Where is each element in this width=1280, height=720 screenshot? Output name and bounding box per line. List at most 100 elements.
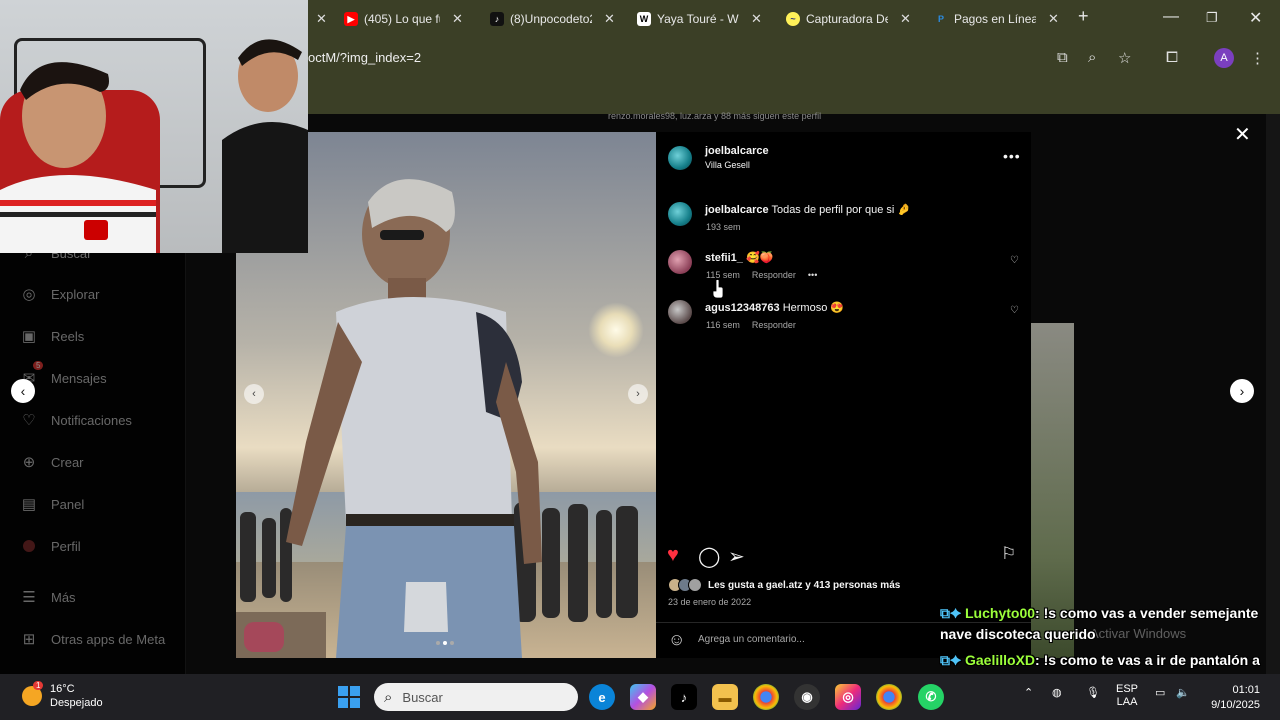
chrome-icon[interactable] (753, 684, 779, 710)
author-avatar[interactable] (668, 146, 692, 170)
comment-avatar[interactable] (668, 250, 692, 274)
chrome-profile-icon[interactable] (876, 684, 902, 710)
comment-options-icon[interactable]: ••• (808, 270, 817, 280)
tab-wikipedia[interactable]: W Yaya Touré - Wil ✕ (637, 6, 763, 32)
copilot-icon[interactable]: ◆ (630, 684, 656, 710)
comment: stefii1_ 🥰🍑 (705, 251, 773, 264)
taskbar-search-placeholder: Buscar (402, 689, 443, 705)
file-explorer-icon[interactable]: ▬ (712, 684, 738, 710)
tab-mercadolibre[interactable]: ~ Capturadora De ✕ (786, 6, 912, 32)
add-comment-input[interactable]: Agrega un comentario... (698, 634, 805, 645)
clock-time: 01:01 (1232, 684, 1260, 696)
comment: agus12348763 Hermoso 😍 (705, 301, 844, 314)
taskbar-clock[interactable]: 01:01 9/10/2025 (1204, 683, 1260, 713)
reply-button[interactable]: Responder (752, 320, 796, 330)
tiktok-icon[interactable]: ♪ (671, 684, 697, 710)
comment-username[interactable]: agus12348763 (705, 302, 780, 314)
comment-username[interactable]: stefii1_ (705, 252, 743, 264)
weather-sun-icon: 1 (22, 681, 44, 706)
tab-label: (8)Unpocodeto2 (510, 12, 592, 26)
tab-tiktok[interactable]: ♪ (8)Unpocodeto2 ✕ (490, 6, 616, 32)
next-post-button[interactable]: › (1230, 379, 1254, 403)
comment-text: 🥰🍑 (745, 252, 774, 264)
url-text[interactable]: octM/?img_index=2 (308, 50, 421, 65)
caption-text: Todas de perfil por que si 🤌 (771, 204, 912, 216)
chat-username: Luchyto00 (965, 605, 1036, 621)
chat-message: ⧉✦ Luchyto00: !s como vas a vender semej… (940, 603, 1270, 645)
streamer (0, 62, 156, 253)
edge-icon[interactable]: e (589, 684, 615, 710)
close-icon[interactable]: ✕ (604, 11, 615, 27)
tab-close-partial[interactable]: ✕ (310, 6, 330, 32)
window-close-icon[interactable]: ✕ (1249, 8, 1262, 28)
obs-icon[interactable]: ◉ (794, 684, 820, 710)
network-icon[interactable]: ▭ (1155, 686, 1165, 699)
bookmark-star-icon[interactable]: ☆ (1118, 49, 1131, 67)
comment-like-icon[interactable]: ♡ (1010, 255, 1019, 266)
close-icon[interactable]: ✕ (1048, 11, 1059, 27)
comment-icon[interactable]: ◯ (698, 544, 720, 569)
taskbar-search[interactable]: ⌕ Buscar (374, 683, 578, 711)
tiktok-icon: ♪ (490, 12, 504, 26)
carousel-dot-active (443, 641, 447, 645)
close-icon[interactable]: ✕ (751, 11, 762, 27)
instagram-icon[interactable]: ◎ (835, 684, 861, 710)
extensions-icon[interactable]: ⧠ (1166, 49, 1178, 66)
close-icon[interactable]: ✕ (452, 11, 463, 27)
tab-label: Yaya Touré - Wil (657, 12, 739, 26)
previous-post-button[interactable]: ‹ (11, 379, 35, 403)
tab-youtube[interactable]: ▶ (405) Lo que fue ✕ (344, 6, 470, 32)
liker-avatars (668, 578, 704, 592)
comment-text: Hermoso 😍 (782, 302, 845, 314)
like-heart-icon[interactable]: ♥ (667, 544, 679, 567)
comment-avatar[interactable] (668, 300, 692, 324)
post-options-icon[interactable]: ••• (1003, 148, 1021, 164)
caption-avatar[interactable] (668, 202, 692, 226)
close-modal-icon[interactable]: ✕ (1234, 122, 1251, 147)
caption-username[interactable]: joelbalcarce (705, 204, 769, 216)
whatsapp-icon[interactable]: ✆ (918, 684, 944, 710)
restore-icon[interactable]: ❐ (1206, 10, 1218, 26)
windows-taskbar: 1 16°C Despejado ⌕ Buscar e ◆ ♪ ▬ ◉ ◎ ✆ … (0, 674, 1280, 720)
keyboard-layout: LAA (1116, 696, 1138, 708)
save-bookmark-icon[interactable]: ⚐ (1001, 544, 1016, 564)
microphone-icon[interactable]: 🎙 (1086, 686, 1100, 699)
youtube-icon: ▶ (344, 12, 358, 26)
language-code: ESP (1116, 683, 1139, 695)
reply-button[interactable]: Responder (752, 270, 796, 280)
close-icon[interactable]: ✕ (316, 11, 327, 27)
tray-overflow-icon[interactable]: ⌃ (1024, 686, 1033, 699)
share-icon[interactable]: ➢ (728, 544, 745, 569)
caption-meta: 193 sem (706, 222, 741, 232)
comment-like-icon[interactable]: ♡ (1010, 305, 1019, 316)
streamer-webcam (0, 0, 308, 253)
weather-widget[interactable]: 1 16°C Despejado (22, 681, 103, 710)
weather-badge: 1 (33, 681, 44, 690)
tab-paypal[interactable]: P Pagos en Línea, ✕ (934, 6, 1060, 32)
photo-next-button[interactable]: › (628, 384, 648, 404)
volume-icon[interactable]: 🔈 (1176, 686, 1190, 699)
windows-start-icon[interactable] (338, 686, 360, 708)
post-location[interactable]: Villa Gesell (705, 160, 750, 170)
caption: joelbalcarce Todas de perfil por que si … (705, 203, 911, 216)
wikipedia-icon: W (637, 12, 651, 26)
likes-count[interactable]: Les gusta a gael.atz y 413 personas más (708, 580, 900, 591)
photo-prev-button[interactable]: ‹ (244, 384, 264, 404)
man-figure (286, 179, 542, 658)
close-icon[interactable]: ✕ (900, 11, 911, 27)
followers-text: renzo.morales98, luz.arza y 88 más sigue… (608, 111, 822, 121)
zoom-icon[interactable]: ⌕ (1088, 49, 1096, 66)
tray-app-icon[interactable]: ◍ (1052, 686, 1062, 699)
emoji-icon[interactable]: ☺ (668, 630, 685, 650)
install-app-icon[interactable]: ⧉ (1057, 49, 1068, 66)
carousel-dot (436, 641, 440, 645)
author-username[interactable]: joelbalcarce (705, 145, 769, 157)
minimize-icon[interactable]: — (1163, 8, 1179, 26)
chat-badge-icon: ⧉✦ (940, 652, 962, 668)
page-scrollbar[interactable] (1266, 114, 1280, 674)
new-tab-button[interactable]: + (1078, 6, 1089, 27)
language-indicator[interactable]: ESP LAA (1116, 683, 1138, 709)
profile-avatar[interactable]: A (1214, 48, 1234, 68)
menu-dots-icon[interactable]: ⋮ (1250, 49, 1265, 67)
tab-label: (405) Lo que fue (364, 12, 440, 26)
